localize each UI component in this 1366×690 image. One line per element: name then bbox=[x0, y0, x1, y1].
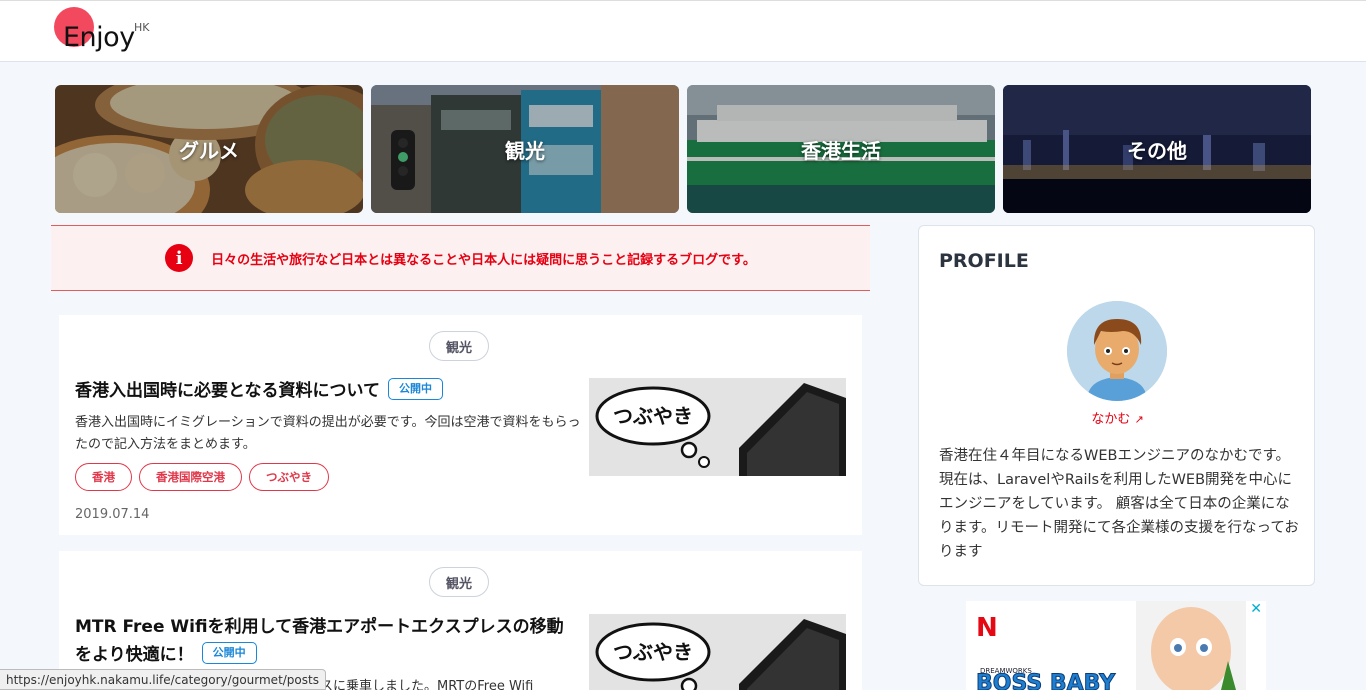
thumbnail-text: つぶやき bbox=[613, 404, 693, 428]
blog-notice: i 日々の生活や旅行など日本とは異なることや日本人には疑問に思うこと記録するブロ… bbox=[51, 225, 870, 291]
site-logo[interactable]: Enjoy HK bbox=[54, 7, 164, 53]
notice-text: 日々の生活や旅行など日本とは異なることや日本人には疑問に思うこと記録するブログで… bbox=[211, 252, 756, 268]
status-url: https://enjoyhk.nakamu.life/category/gou… bbox=[6, 672, 319, 687]
site-header: Enjoy HK bbox=[0, 0, 1366, 62]
post-thumbnail[interactable]: つぶやき bbox=[589, 614, 846, 690]
published-badge: 公開中 bbox=[201, 642, 257, 664]
post-tags: 香港 香港国際空港 つぶやき bbox=[75, 463, 329, 491]
tsubuyaki-thumbnail-image: つぶやき bbox=[589, 378, 846, 476]
category-card-other[interactable]: その他 bbox=[1003, 85, 1311, 213]
tag-pill[interactable]: 香港国際空港 bbox=[139, 463, 242, 491]
category-card-hk-life[interactable]: 香港生活 bbox=[687, 85, 995, 213]
post-card[interactable]: 観光 香港入出国時に必要となる資料について 公開中 香港入出国時にイミグレーション… bbox=[59, 315, 862, 535]
avatar bbox=[1067, 301, 1167, 401]
tag-pill[interactable]: つぶやき bbox=[249, 463, 329, 491]
post-title-text[interactable]: MTR Free Wifiを利用して香港エアポートエクスプレスの移動をより快適に… bbox=[75, 617, 564, 665]
browser-status-bar: https://enjoyhk.nakamu.life/category/gou… bbox=[0, 669, 326, 690]
category-card-sightseeing[interactable]: 観光 bbox=[371, 85, 679, 213]
profile-card: PROFILE なかむ ↗ 香港在住４年目になるWEBエンジニアのなかむです。 … bbox=[918, 225, 1315, 586]
category-label: 香港生活 bbox=[801, 138, 881, 163]
post-title[interactable]: MTR Free Wifiを利用して香港エアポートエクスプレスの移動をより快適に… bbox=[75, 613, 575, 669]
post-title[interactable]: 香港入出国時に必要となる資料について 公開中 bbox=[75, 377, 575, 405]
advertisement[interactable]: N DREAMWORKS BOSS BABY ✕ bbox=[966, 601, 1266, 690]
post-category-pill[interactable]: 観光 bbox=[429, 331, 490, 361]
category-label: その他 bbox=[1127, 138, 1187, 163]
profile-title: PROFILE bbox=[939, 250, 1029, 272]
logo-text: Enjoy bbox=[63, 22, 135, 53]
post-thumbnail[interactable]: つぶやき bbox=[589, 378, 846, 476]
post-date: 2019.07.14 bbox=[75, 507, 150, 522]
published-badge: 公開中 bbox=[387, 378, 443, 400]
ad-banner-image: N DREAMWORKS BOSS BABY bbox=[966, 601, 1266, 690]
ad-close-icon[interactable]: ✕ bbox=[1250, 601, 1262, 617]
avatar-illustration bbox=[1067, 301, 1167, 401]
post-category-pill[interactable]: 観光 bbox=[429, 567, 490, 597]
category-label: グルメ bbox=[179, 138, 239, 163]
post-excerpt: 香港入出国時にイミグレーションで資料の提出が必要です。今回は空港で資料をもらった… bbox=[75, 415, 581, 452]
ad-title: BOSS BABY bbox=[976, 671, 1116, 690]
category-card-gourmet[interactable]: グルメ bbox=[55, 85, 363, 213]
tsubuyaki-thumbnail-image: つぶやき bbox=[589, 614, 846, 690]
post-title-text[interactable]: 香港入出国時に必要となる資料について bbox=[75, 381, 380, 401]
profile-bio: 香港在住４年目になるWEBエンジニアのなかむです。 現在は、LaravelやRa… bbox=[939, 448, 1299, 560]
logo-superscript: HK bbox=[134, 21, 150, 34]
category-label: 観光 bbox=[505, 138, 545, 163]
external-link-icon: ↗ bbox=[1134, 413, 1144, 426]
profile-name-link[interactable]: なかむ ↗ bbox=[919, 408, 1316, 427]
tag-pill[interactable]: 香港 bbox=[75, 463, 132, 491]
ad-brand: N bbox=[976, 613, 998, 643]
profile-name[interactable]: なかむ bbox=[1091, 412, 1130, 427]
thumbnail-text: つぶやき bbox=[613, 640, 693, 664]
info-icon: i bbox=[165, 244, 194, 272]
